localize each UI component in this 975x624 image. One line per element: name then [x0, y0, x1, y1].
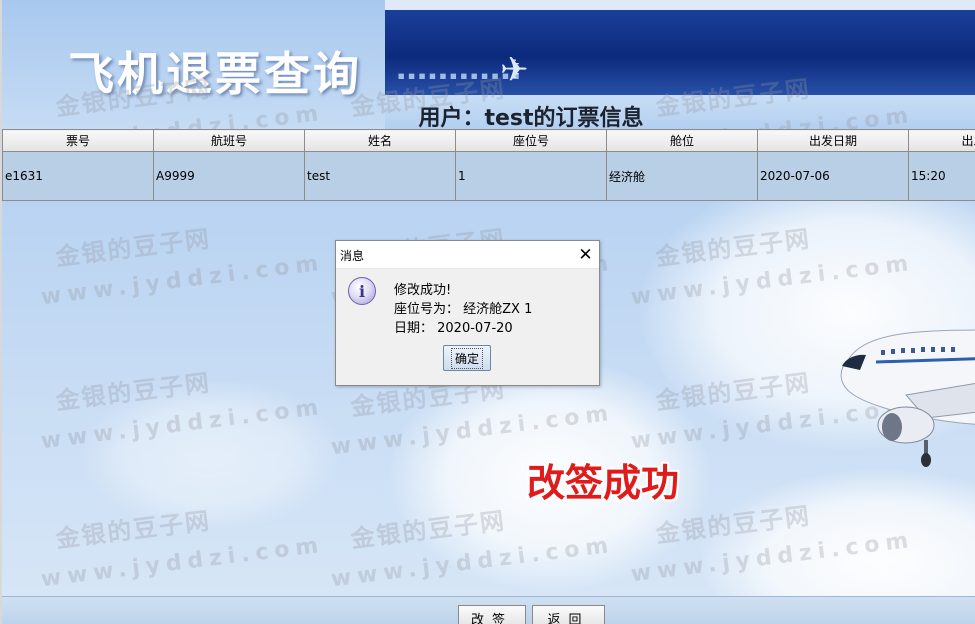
cell-depart-time[interactable]: 15:20: [908, 151, 975, 201]
watermark: www.jyddzi.com: [39, 532, 326, 593]
dialog-titlebar[interactable]: 消息 ✕: [336, 241, 599, 269]
dialog-message-line: 修改成功!: [394, 283, 452, 298]
user-heading: 用户：test的订票信息: [418, 106, 644, 131]
cell-depart-date[interactable]: 2020-07-06: [757, 151, 909, 201]
column-header-ticket-no[interactable]: 票号: [2, 129, 154, 152]
column-header-cabin[interactable]: 舱位: [606, 129, 758, 152]
cell-seat-no[interactable]: 1: [455, 151, 607, 201]
success-label: 改签成功: [527, 461, 680, 505]
header-top-strip: [385, 0, 975, 10]
cell-cabin[interactable]: 经济舱: [606, 151, 758, 201]
ticket-table: 票号 航班号 姓名 座位号 舱位 出发日期 出发时间 e1631 A9999 t…: [2, 129, 975, 201]
app-title: 飞机退票查询: [68, 47, 362, 101]
column-header-depart-date[interactable]: 出发日期: [757, 129, 909, 152]
close-icon[interactable]: ✕: [572, 241, 599, 268]
change-button[interactable]: 改签: [458, 605, 526, 624]
cell-flight-no[interactable]: A9999: [153, 151, 305, 201]
column-header-name[interactable]: 姓名: [304, 129, 456, 152]
info-icon: i: [348, 277, 376, 305]
airplane-illustration: [840, 329, 975, 467]
watermark: 金银的豆子网: [54, 224, 213, 272]
dialog-title: 消息: [340, 249, 365, 263]
message-dialog: 消息 ✕ i 修改成功! 座位号为： 经济舱ZX 1 日期： 2020-07-2…: [335, 240, 600, 386]
watermark: www.jyddzi.com: [39, 250, 326, 311]
column-header-depart-time[interactable]: 出发时间: [908, 129, 975, 152]
cell-ticket-no[interactable]: e1631: [2, 151, 154, 201]
dialog-message-line: 日期： 2020-07-20: [394, 321, 513, 336]
window-left-edge: [0, 0, 2, 624]
main-window: ▪▪▪▪▪▪▪▪▪▪▪▪ ✈ 飞机退票查询 用户：test的订票信息 金银的豆子…: [0, 0, 975, 624]
table-row[interactable]: e1631 A9999 test 1 经济舱 2020-07-06 15:20: [2, 151, 975, 201]
column-header-flight-no[interactable]: 航班号: [153, 129, 305, 152]
small-plane-icon: ✈: [500, 50, 529, 90]
table-header-row: 票号 航班号 姓名 座位号 舱位 出发日期 出发时间: [2, 129, 975, 152]
back-button[interactable]: 返回: [532, 605, 605, 624]
dialog-message-line: 座位号为： 经济舱ZX 1: [394, 302, 533, 317]
cloud: [80, 380, 340, 530]
ok-button-label: 确定: [450, 347, 483, 369]
ok-button[interactable]: 确定: [443, 345, 491, 371]
cell-name[interactable]: test: [304, 151, 456, 201]
column-header-seat-no[interactable]: 座位号: [455, 129, 607, 152]
